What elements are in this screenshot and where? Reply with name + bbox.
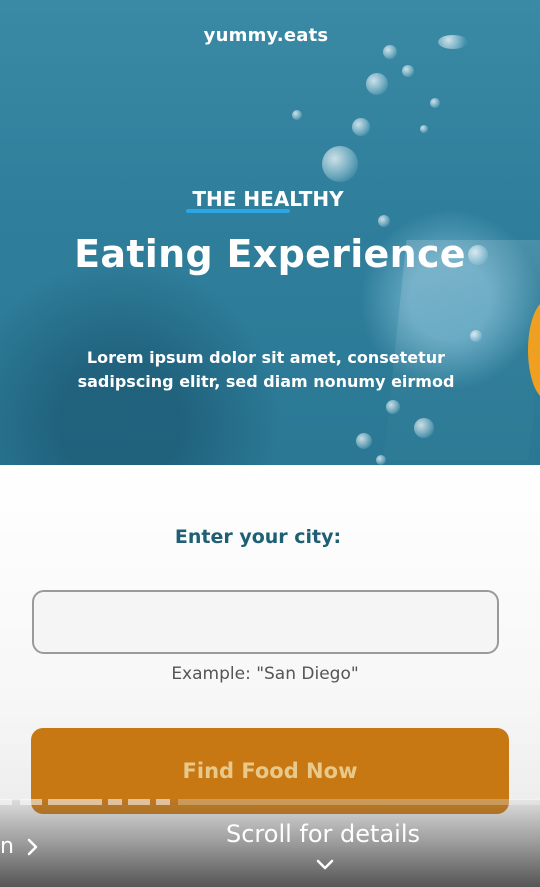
progress-segment	[108, 799, 122, 805]
water-droplet	[383, 45, 397, 59]
water-droplet	[356, 433, 372, 449]
progress-segment	[178, 799, 540, 805]
progress-segment	[156, 799, 170, 805]
progress-segment	[48, 799, 102, 805]
hero-description-line-1: Lorem ipsum dolor sit amet, consetetur	[86, 348, 446, 367]
water-droplet	[386, 400, 400, 414]
city-field-hint: Example: "San Diego"	[171, 664, 359, 684]
scroll-hint[interactable]: Scroll for details	[226, 820, 420, 848]
progress-segment	[20, 799, 42, 805]
chevron-down-icon[interactable]	[315, 858, 335, 872]
hero-banner: yummy.eats THE HEALTHY Eating Experience…	[0, 0, 540, 465]
water-droplet	[430, 98, 440, 108]
water-droplet	[402, 65, 414, 77]
water-droplet	[414, 418, 434, 438]
chevron-right-icon[interactable]	[24, 836, 42, 858]
eyebrow-underline	[186, 209, 290, 213]
hero-eyebrow: THE HEALTHY	[192, 187, 344, 211]
hero-headline: Eating Experience	[74, 232, 466, 276]
progress-segment	[0, 799, 12, 805]
water-droplet	[322, 146, 358, 182]
water-droplet	[292, 110, 302, 120]
progress-indicator	[0, 799, 540, 806]
water-droplet	[470, 330, 482, 342]
brand-logo[interactable]: yummy.eats	[0, 25, 532, 46]
progress-segment	[128, 799, 150, 805]
water-droplet	[352, 118, 370, 136]
city-input[interactable]	[32, 590, 499, 654]
previous-item-label[interactable]: n	[0, 834, 14, 859]
city-field-label: Enter your city:	[174, 526, 342, 548]
water-droplet	[366, 73, 388, 95]
water-droplet	[420, 125, 428, 133]
water-droplet	[378, 215, 390, 227]
water-droplet	[376, 455, 386, 465]
hero-description: Lorem ipsum dolor sit amet, consetetur s…	[0, 346, 532, 394]
hero-description-line-2: sadipscing elitr, sed diam nonumy eirmod	[77, 372, 455, 391]
